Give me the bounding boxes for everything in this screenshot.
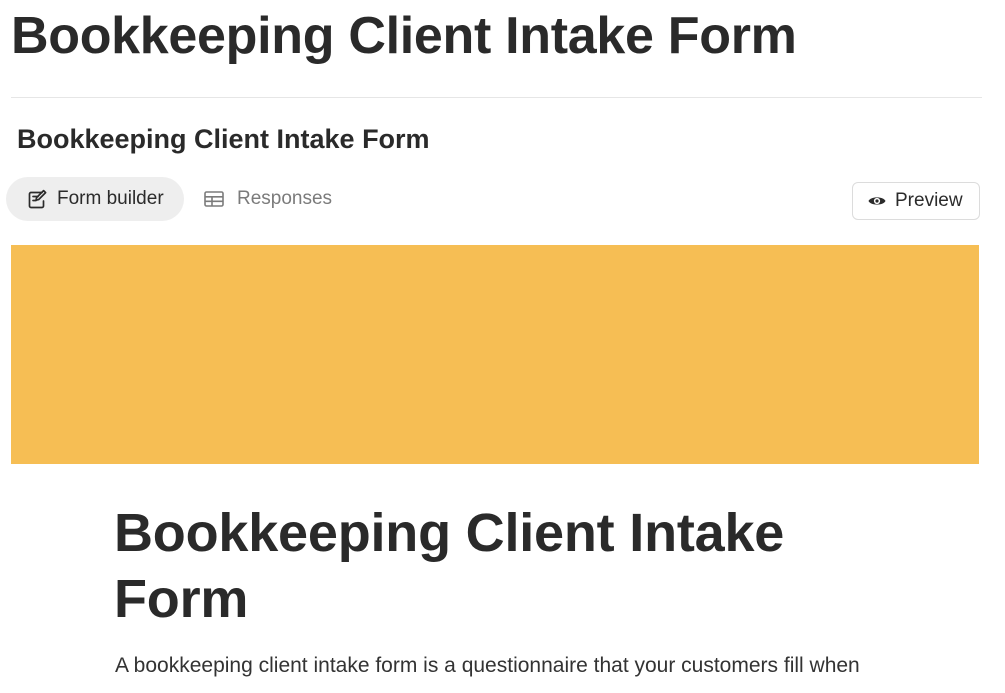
edit-form-icon [26,188,48,210]
header-divider [11,97,982,98]
tab-responses[interactable]: Responses [203,177,353,221]
form-title[interactable]: Bookkeeping Client Intake Form [114,500,874,632]
form-description[interactable]: A bookkeeping client intake form is a qu… [115,652,915,680]
page: Bookkeeping Client Intake Form Bookkeepi… [0,0,1005,693]
form-cover-banner[interactable] [11,245,979,464]
tab-form-builder-label: Form builder [57,188,164,209]
tab-responses-label: Responses [237,188,333,209]
form-name-heading: Bookkeeping Client Intake Form [17,124,430,154]
page-title: Bookkeeping Client Intake Form [11,7,797,65]
tab-form-builder[interactable]: Form builder [6,177,184,221]
preview-button-label: Preview [895,190,963,211]
preview-button[interactable]: Preview [852,182,980,220]
table-icon [203,188,225,210]
eye-icon [867,191,887,211]
